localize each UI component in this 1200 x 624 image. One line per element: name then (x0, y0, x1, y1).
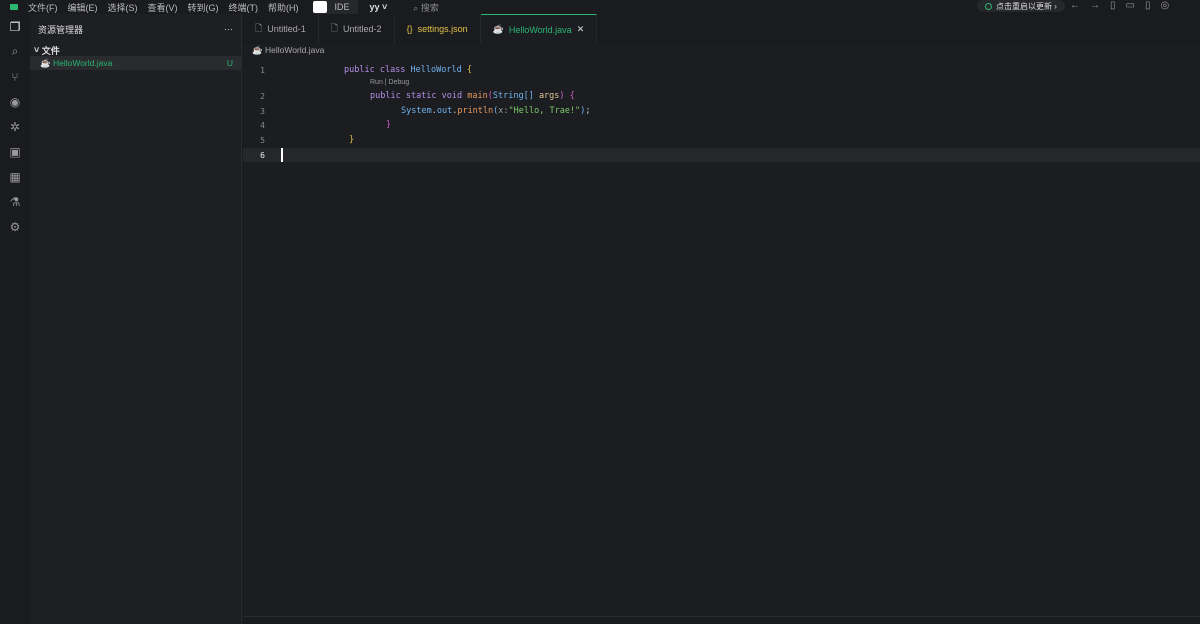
source-control-icon[interactable]: ⑂ (0, 64, 30, 89)
explorer-icon[interactable]: ❐ (0, 14, 30, 39)
code-editor[interactable]: 1 public class HelloWorld { Run | Debug … (243, 58, 1200, 616)
ide-icon (312, 1, 327, 13)
menu-help[interactable]: 帮助(H) (268, 3, 299, 13)
menu-bar: 文件(F) 编辑(E) 选择(S) 查看(V) 转到(G) 终端(T) 帮助(H) (28, 1, 309, 14)
toggle-secondary-sidebar-icon[interactable]: ▯ (1145, 0, 1151, 11)
menu-terminal[interactable]: 终端(T) (229, 3, 259, 13)
tab-label: Untitled-2 (343, 24, 382, 34)
token: } (349, 135, 355, 145)
menu-goto[interactable]: 转到(G) (188, 3, 219, 13)
json-icon: {} (406, 24, 413, 34)
token: void (441, 91, 468, 101)
run-debug-codelens[interactable]: Run | Debug (370, 79, 409, 86)
code-line: 1 public class HelloWorld { (243, 63, 1200, 77)
update-label: 点击重启以更新 (996, 1, 1052, 11)
line-number: 4 (260, 120, 265, 130)
tab-label: Untitled-1 (267, 24, 306, 34)
search-placeholder: 搜索 (420, 2, 439, 13)
token: public (344, 65, 380, 75)
breadcrumb-file: HelloWorld.java (264, 45, 325, 55)
file-icon: 🗋 (255, 23, 263, 33)
code-line: 3 System.out.println(x:"Hello, Trae!"); (243, 104, 1200, 118)
menu-view[interactable]: 查看(V) (148, 3, 178, 13)
remote-icon[interactable]: ▣ (0, 139, 30, 164)
search-files-icon[interactable]: ⌕ (0, 39, 30, 64)
java-icon: ☕ (492, 24, 504, 34)
line-number: 6 (260, 150, 265, 160)
token: println (457, 106, 494, 116)
testing-icon[interactable]: ⚗ (0, 189, 30, 214)
folder-item[interactable]: ˅ 文件 (30, 44, 241, 56)
token: class (379, 65, 411, 75)
token: "Hello, Trae!" (508, 106, 581, 116)
folder-name: 文件 (41, 45, 60, 56)
code-line: 2 public static void main(String[] args)… (243, 89, 1200, 103)
token: { (569, 91, 575, 101)
close-icon[interactable]: ✕ (577, 24, 585, 35)
user-menu[interactable]: yy ˅ (370, 2, 388, 12)
toggle-sidebar-icon[interactable]: ▯ (1110, 0, 1116, 11)
search-box[interactable]: ⌕ 搜索 (413, 1, 439, 14)
preview-icon[interactable]: ◉ (0, 89, 30, 114)
ai-icon[interactable]: ⚙ (0, 214, 30, 239)
editor-tabs: 🗋 Untitled-1 🗋 Untitled-2 {} settings.json … (243, 14, 1200, 44)
token: [] (523, 91, 539, 101)
inlay-hint: x: (498, 106, 509, 116)
tab-label: HelloWorld.java (508, 24, 572, 35)
line-number: 1 (260, 65, 265, 75)
tab-settings-json[interactable]: {} settings.json (395, 14, 481, 44)
token: ; (585, 106, 591, 116)
extensions-icon[interactable]: ▦ (0, 164, 30, 189)
more-actions-button[interactable]: ··· (224, 24, 233, 34)
update-button[interactable]: 点击重启以更新 › (977, 0, 1065, 12)
line-number: 3 (260, 106, 265, 116)
code-line: 5} (243, 133, 1200, 147)
token: System (401, 106, 432, 116)
sidebar-title: 资源管理器 (38, 24, 84, 35)
token: ) (559, 91, 570, 101)
java-icon: ☕ (252, 45, 263, 55)
token: args (538, 91, 560, 101)
panel-border (243, 616, 1200, 624)
token: main (467, 91, 488, 101)
user-name: yy (369, 2, 380, 12)
tab-untitled-2[interactable]: 🗋 Untitled-2 (319, 14, 395, 44)
ide-mode-toggle[interactable]: IDE (312, 0, 358, 14)
update-icon (985, 2, 992, 10)
activity-bar: ❐ ⌕ ⑂ ◉ ✲ ▣ ▦ ⚗ ⚙ (0, 14, 30, 624)
forward-icon[interactable]: → (1090, 0, 1100, 11)
account-icon[interactable]: ◎ (1160, 0, 1169, 11)
tab-label: settings.json (417, 24, 468, 34)
token: public (370, 91, 406, 101)
menu-select[interactable]: 选择(S) (108, 3, 138, 13)
line-number: 2 (260, 91, 265, 101)
token: HelloWorld (410, 65, 467, 75)
search-icon: ⌕ (413, 2, 419, 13)
current-line: 6 (243, 148, 1200, 162)
back-icon[interactable]: ← (1070, 0, 1080, 11)
tab-untitled-1[interactable]: 🗋 Untitled-1 (243, 14, 319, 44)
token: { (466, 65, 472, 75)
toggle-panel-icon[interactable]: ▭ (1126, 0, 1135, 11)
code-line: 4} (243, 118, 1200, 132)
line-number: 5 (260, 135, 265, 145)
explorer-sidebar: 资源管理器 ··· ˅ 文件 ☕ HelloWorld.java U (30, 14, 242, 624)
breadcrumb[interactable]: ☕ HelloWorld.java (252, 45, 324, 56)
file-name: HelloWorld.java (52, 57, 113, 68)
token: out (436, 106, 453, 116)
file-item[interactable]: ☕ HelloWorld.java U (30, 56, 241, 70)
menu-file[interactable]: 文件(F) (28, 3, 58, 13)
git-status-badge: U (226, 58, 233, 68)
app-logo-icon (10, 4, 18, 10)
text-cursor (281, 148, 283, 162)
file-icon: 🗋 (330, 23, 339, 33)
debug-icon[interactable]: ✲ (0, 114, 30, 139)
token: static (405, 91, 442, 101)
tab-helloworld-java[interactable]: ☕ HelloWorld.java ✕ (480, 14, 598, 44)
token: } (386, 120, 392, 130)
menu-edit[interactable]: 编辑(E) (68, 3, 98, 13)
ide-label: IDE (334, 2, 350, 12)
token: String (492, 91, 524, 101)
java-icon: ☕ (40, 57, 51, 68)
